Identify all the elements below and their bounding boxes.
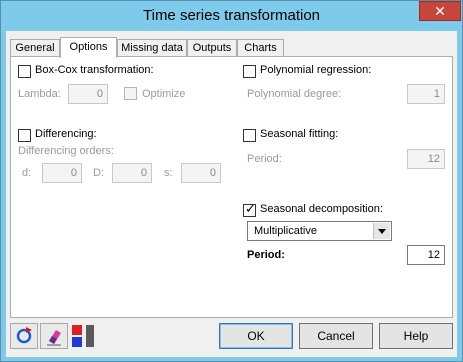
tab-outputs[interactable]: Outputs	[187, 39, 237, 57]
boxcox-label: Box-Cox transformation:	[35, 64, 154, 76]
seasonal-decomposition-period-label: Period:	[247, 249, 285, 261]
boxcox-checkbox[interactable]	[18, 65, 31, 78]
check-mark-icon: ✓	[245, 201, 256, 216]
seasonal-decomposition-label: Seasonal decomposition:	[260, 203, 383, 215]
title-bar[interactable]: Time series transformation ✕	[1, 1, 462, 31]
decomposition-type-select[interactable]: Multiplicative	[247, 221, 392, 241]
button-bar: OK Cancel Help	[6, 319, 457, 357]
optimize-checkbox[interactable]	[124, 87, 137, 100]
D-label: D:	[93, 167, 104, 179]
reset-icon	[16, 327, 32, 344]
clear-button[interactable]	[40, 323, 68, 349]
cancel-button[interactable]: Cancel	[299, 323, 373, 349]
close-button[interactable]: ✕	[419, 1, 461, 21]
dialog-client: General Options Missing data Outputs Cha…	[6, 31, 457, 357]
tab-missing-data[interactable]: Missing data	[117, 39, 187, 57]
options-panel: Box-Cox transformation: Lambda: 0 Optimi…	[10, 56, 453, 318]
D-field[interactable]: 0	[112, 163, 152, 183]
polynomial-degree-field[interactable]: 1	[407, 84, 445, 104]
d-field[interactable]: 0	[42, 163, 82, 183]
tab-general[interactable]: General	[10, 39, 60, 57]
differencing-orders-label: Differencing orders:	[18, 145, 114, 157]
window-title: Time series transformation	[143, 7, 320, 24]
seasonal-fitting-period-field[interactable]: 12	[407, 149, 445, 169]
seasonal-fitting-checkbox[interactable]	[243, 129, 256, 142]
optimize-label: Optimize	[142, 88, 186, 100]
layout-toggle-button[interactable]	[70, 323, 96, 349]
decomposition-type-value: Multiplicative	[254, 225, 317, 237]
help-button[interactable]: Help	[379, 323, 453, 349]
tab-options[interactable]: Options	[60, 37, 117, 58]
seasonal-decomposition-period-field[interactable]: 12	[407, 245, 445, 265]
seasonal-fitting-period-label: Period:	[247, 153, 282, 165]
polynomial-regression-label: Polynomial regression:	[260, 64, 372, 76]
dialog-window: Time series transformation ✕ General Opt…	[0, 0, 463, 362]
ok-button[interactable]: OK	[219, 323, 293, 349]
chevron-down-icon[interactable]	[373, 223, 390, 239]
d-label: d:	[22, 167, 32, 179]
layout-toggle-icon	[72, 325, 94, 347]
seasonal-decomposition-checkbox[interactable]: ✓	[243, 201, 256, 217]
tab-charts[interactable]: Charts	[237, 39, 284, 57]
polynomial-regression-checkbox[interactable]	[243, 65, 256, 78]
polynomial-degree-label: Polynomial degree:	[247, 88, 342, 100]
s-field[interactable]: 0	[181, 163, 221, 183]
differencing-checkbox[interactable]	[18, 129, 31, 142]
s-label: s:	[164, 167, 173, 179]
reset-button[interactable]	[10, 323, 38, 349]
lambda-field[interactable]: 0	[68, 84, 108, 104]
seasonal-fitting-label: Seasonal fitting:	[260, 128, 339, 140]
lambda-label: Lambda:	[18, 88, 61, 100]
differencing-label: Differencing:	[35, 128, 97, 140]
eraser-icon	[47, 330, 61, 346]
